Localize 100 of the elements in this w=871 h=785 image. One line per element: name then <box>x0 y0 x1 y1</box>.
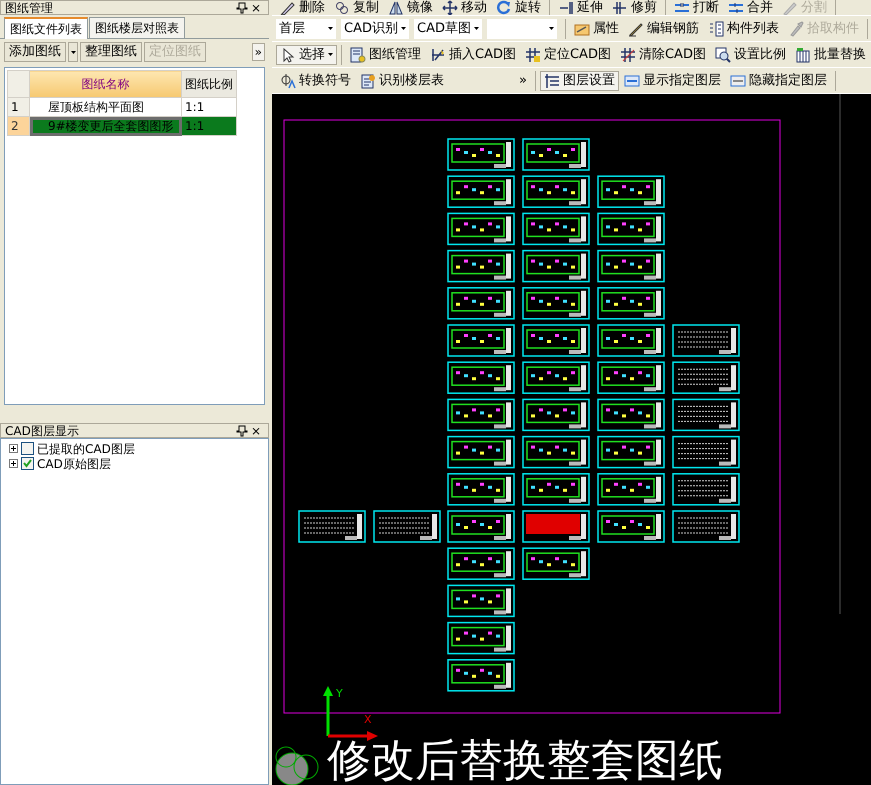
column-header[interactable]: 图纸比例 <box>182 70 236 98</box>
drawing-sheet[interactable] <box>447 584 515 618</box>
drawing-sheet[interactable] <box>672 361 740 394</box>
toolbar-button[interactable]: 整理图纸 <box>80 42 142 62</box>
toolbar-button[interactable]: 移动 <box>438 0 491 15</box>
drawing-sheet[interactable] <box>597 175 665 208</box>
y-axis <box>323 686 333 736</box>
toolbar-button[interactable]: 编辑钢筋 <box>624 18 703 38</box>
tree-item-label[interactable]: 已提取的CAD图层 <box>37 440 135 458</box>
column-header[interactable]: 图纸名称 <box>30 70 182 98</box>
table-cell[interactable]: 9#楼变更后全套图图形 <box>30 116 182 136</box>
drawing-sheet[interactable] <box>447 287 515 320</box>
drawing-sheet[interactable] <box>447 547 515 580</box>
drawing-sheet[interactable] <box>597 510 665 543</box>
toolbar-button[interactable]: 添加图纸 <box>4 42 66 62</box>
drawing-sheet[interactable] <box>522 473 590 506</box>
drawing-sheet[interactable] <box>447 138 515 171</box>
drawing-sheet[interactable] <box>522 361 590 394</box>
drawing-sheet[interactable] <box>597 398 665 432</box>
toolbar-button[interactable]: 插入CAD图 <box>426 44 520 64</box>
drawing-sheet[interactable] <box>447 175 515 208</box>
expand-icon[interactable] <box>9 459 18 468</box>
drawing-sheet[interactable] <box>522 324 590 357</box>
tab[interactable]: 图纸文件列表 <box>4 17 88 39</box>
drawing-sheet[interactable] <box>447 473 515 506</box>
drawing-sheet[interactable] <box>447 510 515 543</box>
close-button[interactable]: × <box>248 424 264 436</box>
drawing-sheet[interactable] <box>447 622 515 654</box>
axis-label: X <box>364 713 372 726</box>
drawing-sheet[interactable] <box>447 250 515 282</box>
drawing-sheet[interactable] <box>522 175 590 208</box>
drawing-sheet[interactable] <box>522 436 590 468</box>
drawing-sheet[interactable] <box>672 436 740 468</box>
drawing-sheet[interactable] <box>447 212 515 246</box>
close-button[interactable]: × <box>248 2 264 14</box>
drawing-sheet[interactable] <box>672 324 740 357</box>
toolbar-button[interactable]: 构件列表 <box>704 18 783 38</box>
dropdown[interactable]: CAD识别 <box>341 18 409 38</box>
drawing-sheet[interactable] <box>447 398 515 432</box>
drawing-sheet[interactable] <box>597 212 665 246</box>
toolbar-button[interactable]: 镜像 <box>384 0 437 15</box>
table-cell[interactable]: 1:1 <box>182 116 236 136</box>
drawing-sheet[interactable] <box>298 510 366 543</box>
toolbar-button[interactable]: 图层设置 <box>540 70 619 90</box>
toolbar-button[interactable]: 选择 <box>276 44 337 64</box>
magnifier-icon <box>714 46 731 62</box>
drawing-sheet[interactable] <box>447 436 515 468</box>
checkbox[interactable] <box>21 457 34 470</box>
expand-icon[interactable] <box>9 444 18 453</box>
drawing-sheet[interactable] <box>672 473 740 506</box>
toolbar-button[interactable]: 隐藏指定图层 <box>726 70 831 90</box>
toolbar-button[interactable]: 延伸 <box>554 0 607 15</box>
drawing-sheet[interactable] <box>597 473 665 506</box>
toolbar-button[interactable]: 旋转 <box>492 0 545 15</box>
drawing-sheet[interactable] <box>373 510 441 543</box>
toolbar-button[interactable]: 识别楼层表 <box>356 70 448 90</box>
toolbar-button[interactable]: 转换符号 <box>276 70 355 90</box>
drawing-sheet[interactable] <box>447 361 515 394</box>
toolbar-button[interactable]: 设置比例 <box>710 44 790 64</box>
drawing-sheet[interactable] <box>522 250 590 282</box>
checkbox[interactable] <box>21 442 34 455</box>
drawing-sheet[interactable] <box>522 398 590 432</box>
toolbar-button[interactable]: 复制 <box>330 0 383 15</box>
drawing-sheet[interactable] <box>672 510 740 543</box>
lines-icon <box>612 0 628 15</box>
overflow-button[interactable]: » <box>515 70 531 90</box>
toolbar-button[interactable]: 删除 <box>276 0 329 15</box>
panel-title: CAD图层显示 <box>5 424 80 438</box>
lines-icon <box>558 0 574 15</box>
toolbar-button[interactable]: 图纸管理 <box>346 44 425 64</box>
drawing-sheet[interactable] <box>522 510 590 543</box>
circular-arrow-icon <box>496 0 512 15</box>
overflow-button[interactable]: » <box>252 43 265 61</box>
drawing-sheet[interactable] <box>672 398 740 432</box>
drawing-sheet[interactable] <box>522 138 590 171</box>
drawing-sheet[interactable] <box>597 287 665 320</box>
rings-icon <box>334 0 350 15</box>
drawing-sheet[interactable] <box>597 361 665 394</box>
dropdown[interactable]: CAD草图 <box>414 18 482 38</box>
tree-item-label[interactable]: CAD原始图层 <box>37 454 111 472</box>
dropdown[interactable]: 首层 <box>276 18 336 38</box>
drawing-sheet[interactable] <box>597 324 665 357</box>
drawing-sheet[interactable] <box>597 436 665 468</box>
toolbar-button[interactable]: 定位CAD图 <box>520 44 615 64</box>
toolbar-button[interactable]: 清除CAD图 <box>616 44 710 64</box>
toolbar-button[interactable]: 属性 <box>570 18 623 38</box>
drawing-sheet[interactable] <box>447 324 515 357</box>
drawing-sheet[interactable] <box>597 250 665 282</box>
toolbar-button[interactable]: 批量替换 <box>790 44 870 64</box>
toolbar-button[interactable]: 显示指定图层 <box>620 70 725 90</box>
tab[interactable]: 图纸楼层对照表 <box>89 17 185 38</box>
drawing-sheet[interactable] <box>447 659 515 692</box>
toolbar-button[interactable]: 打断 <box>670 0 723 15</box>
cad-canvas[interactable]: Y X 修改后替换整套图纸 <box>272 94 871 785</box>
arrows-icon <box>674 0 690 15</box>
drawing-sheet[interactable] <box>522 547 590 580</box>
dropdown-button[interactable] <box>68 42 78 62</box>
drawing-sheet[interactable] <box>522 287 590 320</box>
caret-icon <box>474 27 479 30</box>
drawing-sheet[interactable] <box>522 212 590 246</box>
